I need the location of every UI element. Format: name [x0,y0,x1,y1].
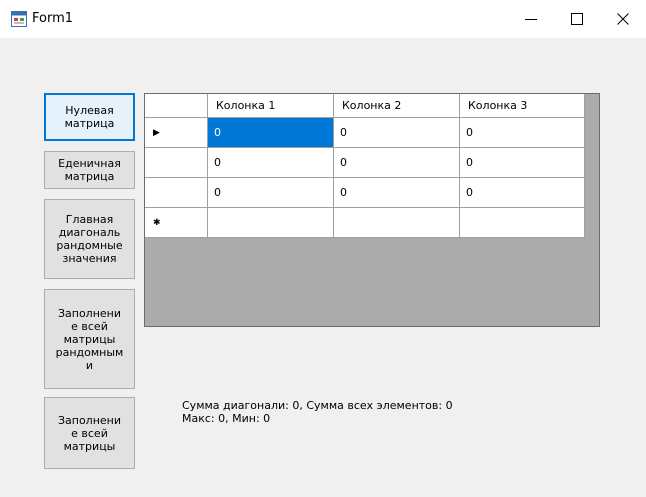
grid-cell[interactable]: 0 [208,178,334,208]
new-row-asterisk-icon: ✱ [153,217,161,228]
row-header[interactable] [145,178,208,208]
grid-cell[interactable]: 0 [334,178,460,208]
grid-cell[interactable]: 0 [334,118,460,148]
row-header[interactable] [145,148,208,178]
identity-matrix-button[interactable]: Еденичная матрица [44,151,135,189]
summary-minmax: Макс: 0, Мин: 0 [182,412,271,425]
maximize-icon [571,13,583,25]
row-header[interactable]: ▶ [145,118,208,148]
grid-cell[interactable]: 0 [460,148,585,178]
grid-cell[interactable]: 0 [208,118,334,148]
column-header[interactable]: Колонка 2 [334,94,460,118]
column-header[interactable]: Колонка 1 [208,94,334,118]
grid-cell[interactable] [460,208,585,238]
grid-cell[interactable]: 0 [460,178,585,208]
form-client-area: Нулевая матрица Еденичная матрица Главна… [0,38,646,497]
grid-new-row: ✱ [145,208,585,238]
row-header[interactable]: ✱ [145,208,208,238]
close-button[interactable] [600,0,646,38]
grid-cell[interactable] [208,208,334,238]
grid-row: 0 0 0 [145,148,585,178]
main-diagonal-random-button[interactable]: Главная диагональ рандомные значения [44,199,135,279]
app-icon [11,11,27,27]
minimize-icon [525,19,537,20]
title-bar[interactable]: Form1 [0,0,646,38]
grid-corner-header[interactable] [145,94,208,118]
fill-all-button[interactable]: Заполнени е всей матрицы [44,397,135,469]
zero-matrix-button[interactable]: Нулевая матрица [44,93,135,141]
app-window: Form1 Нулевая матрица Еденичная матрица … [0,0,646,497]
column-header[interactable]: Колонка 3 [460,94,585,118]
grid-header-row: Колонка 1 Колонка 2 Колонка 3 [145,94,585,118]
close-icon [617,13,629,25]
grid-row: ▶ 0 0 0 [145,118,585,148]
minimize-button[interactable] [508,0,554,38]
grid-cell[interactable]: 0 [460,118,585,148]
current-row-arrow-icon: ▶ [153,127,160,138]
matrix-grid[interactable]: Колонка 1 Колонка 2 Колонка 3 ▶ 0 0 0 0 … [144,93,600,327]
window-title: Form1 [32,11,74,26]
summary-sums: Сумма диагонали: 0, Сумма всех элементов… [182,399,453,412]
grid-cell[interactable] [334,208,460,238]
grid-row: 0 0 0 [145,178,585,208]
grid-cell[interactable]: 0 [208,148,334,178]
grid-cell[interactable]: 0 [334,148,460,178]
summary-label: Сумма диагонали: 0, Сумма всех элементов… [182,399,453,425]
maximize-button[interactable] [554,0,600,38]
fill-all-random-button[interactable]: Заполнени е всей матрицы рандомным и [44,289,135,389]
